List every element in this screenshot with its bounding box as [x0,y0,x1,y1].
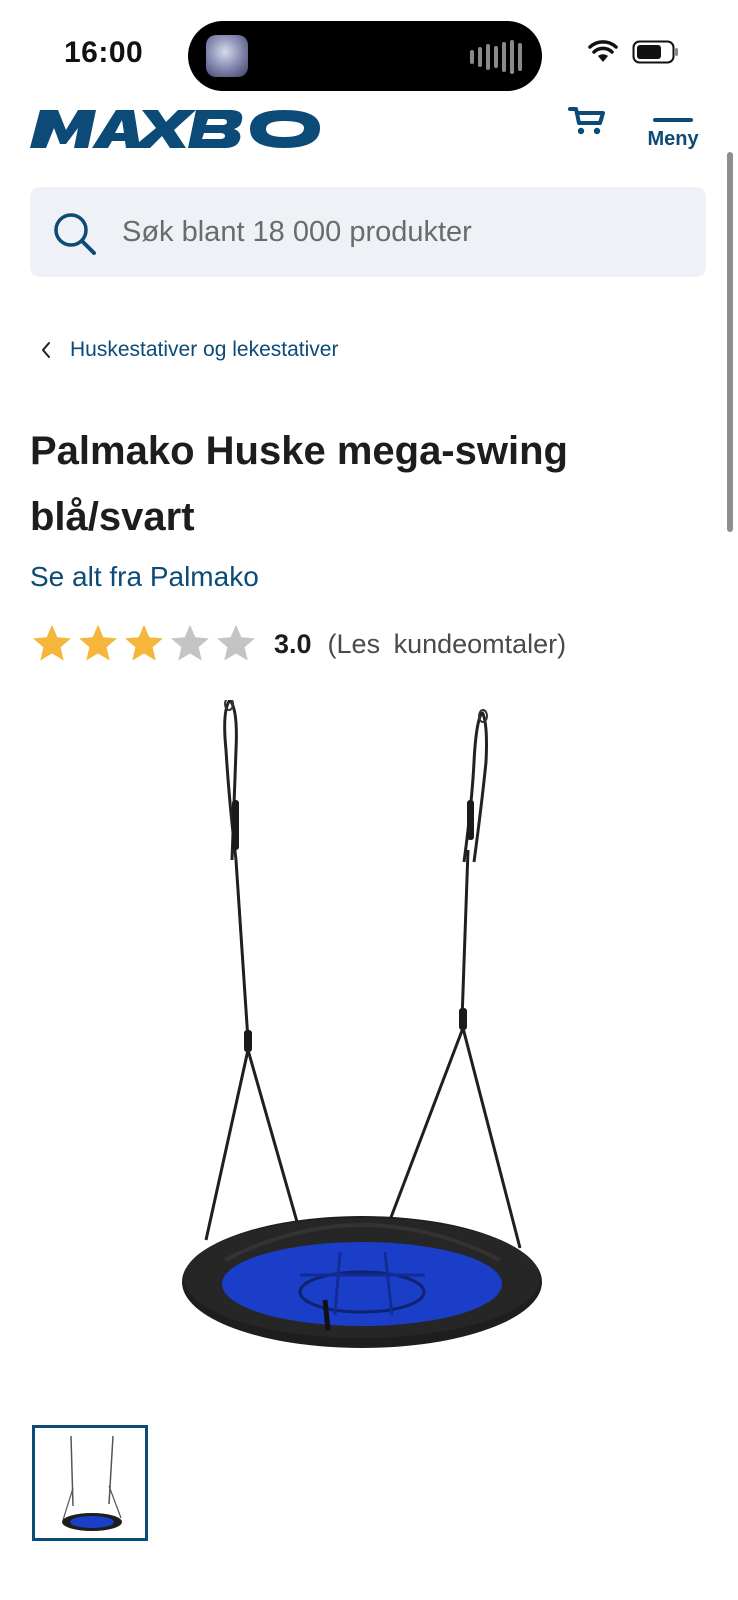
audio-waveform-icon [470,39,522,75]
breadcrumb-back-link[interactable]: Huskestativer og lekestativer [40,338,338,362]
search-input[interactable] [122,187,682,277]
cart-icon[interactable] [568,106,606,136]
hamburger-icon [653,118,693,122]
star-icon [33,624,71,661]
rating-value: 3.0 [274,628,312,659]
now-playing-app-icon [206,35,248,77]
rating-stars [30,622,258,666]
brand-link[interactable]: Se alt fra Palmako [30,561,259,593]
breadcrumb-label: Huskestativer og lekestativer [70,338,339,361]
menu-button[interactable]: Meny [642,108,704,151]
star-icon [125,624,163,661]
status-bar: 16:00 [0,0,738,100]
status-icons [588,40,680,64]
search-icon [54,213,96,255]
star-icon [171,624,209,661]
product-image-swing[interactable] [180,700,560,1380]
star-icon [79,624,117,661]
dynamic-island [188,21,542,91]
product-rating[interactable]: 3.0 (Les kundeomtaler) [30,622,566,666]
menu-label: Meny [647,128,699,150]
product-title: Palmako Huske mega-swing blå/svart [30,429,568,539]
wifi-icon [588,40,618,62]
search-bar[interactable] [30,187,706,277]
chevron-left-icon [42,342,50,358]
star-icon [217,624,255,661]
read-reviews-link[interactable]: (Les kundeomtaler) [328,629,567,660]
product-thumbnail[interactable] [32,1425,148,1541]
thumbnail-image-swing [62,1435,122,1531]
maxbo-logo[interactable] [30,106,324,150]
battery-icon [632,40,678,64]
page-scrollbar[interactable] [727,152,733,532]
status-time: 16:00 [64,36,144,69]
